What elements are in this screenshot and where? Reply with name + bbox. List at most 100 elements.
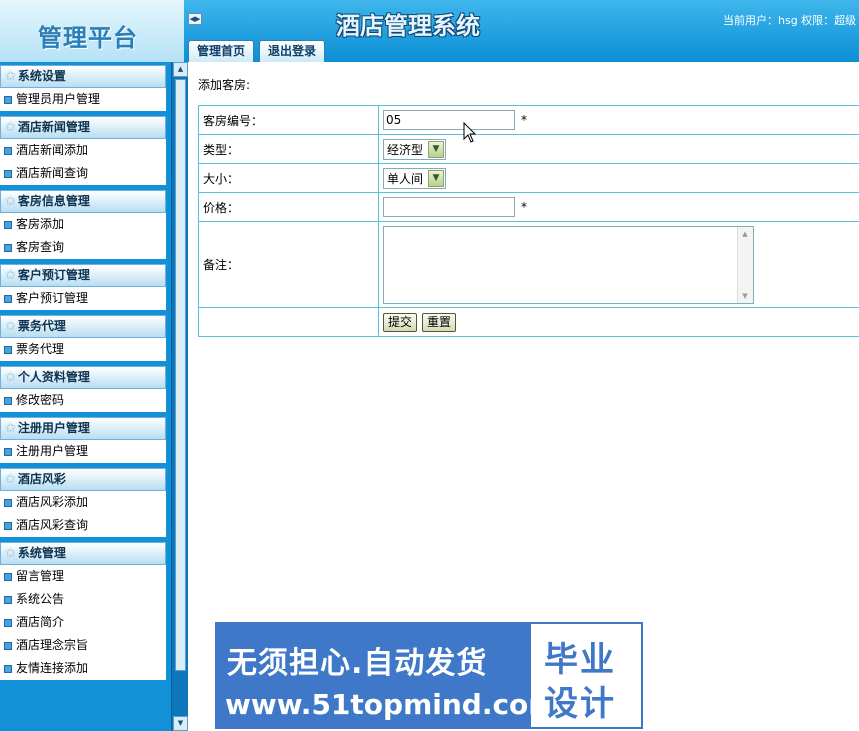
star-icon: ✩ — [5, 69, 16, 84]
type-select[interactable]: 经济型 ▼ — [383, 138, 447, 160]
sidebar-item-messages[interactable]: 留言管理 — [0, 565, 166, 588]
system-title: 酒店管理系统 — [336, 11, 480, 40]
size-cell: 单人间 ▼ — [378, 163, 859, 193]
sidebar-item-announcements[interactable]: 系统公告 — [0, 588, 166, 611]
sidebar-toggle-icon[interactable]: ◀▶ — [188, 13, 202, 25]
size-select[interactable]: 单人间 ▼ — [383, 167, 447, 189]
menu-header-label: 系统设置 — [17, 69, 66, 83]
sidebar-item-admin-users[interactable]: 管理员用户管理 — [0, 88, 166, 111]
sidebar-scrollbar[interactable]: ▲ ▼ — [171, 62, 188, 731]
type-select-value: 经济型 — [387, 142, 424, 157]
square-bullet-icon — [4, 664, 12, 673]
top-header: 管理平台 ◀▶ 酒店管理系统 当前用户：hsg 权限：超级 管理首页 退出登录 — [0, 0, 859, 62]
sidebar-item-gallery-add[interactable]: 酒店风彩添加 — [0, 491, 166, 514]
sidebar-item-friend-links-add[interactable]: 友情连接添加 — [0, 657, 166, 680]
form-row-type: 类型： 经济型 ▼ — [198, 134, 859, 164]
square-bullet-icon — [4, 169, 12, 178]
sidebar-item-room-query[interactable]: 客房查询 — [0, 236, 166, 259]
form-row-actions: 提交 重置 — [198, 307, 859, 337]
note-textarea[interactable]: ▲ ▼ — [383, 225, 754, 304]
sidebar-item-hotel-intro[interactable]: 酒店简介 — [0, 611, 166, 634]
sidebar-item-label: 客户预订管理 — [16, 291, 89, 305]
menu-header-profile[interactable]: ✩ 个人资料管理 — [0, 366, 166, 389]
price-label: 价格： — [198, 192, 379, 222]
price-cell: * — [378, 192, 859, 222]
square-bullet-icon — [4, 498, 12, 507]
square-bullet-icon — [4, 595, 12, 604]
sidebar-item-label: 票务代理 — [16, 342, 65, 356]
chevron-down-icon[interactable]: ▼ — [428, 140, 445, 158]
form-row-price: 价格： * — [198, 192, 859, 222]
breadcrumb: 添加客房: — [198, 78, 251, 92]
menu-header-reservations[interactable]: ✩ 客户预订管理 — [0, 264, 166, 287]
menu-group-reservations: ✩ 客户预订管理 客户预订管理 — [0, 264, 166, 310]
sidebar-item-ticket-agent[interactable]: 票务代理 — [0, 338, 166, 361]
tab-logout[interactable]: 退出登录 — [259, 40, 326, 62]
sidebar-item-news-add[interactable]: 酒店新闻添加 — [0, 139, 166, 162]
submit-button[interactable]: 提交 — [383, 312, 418, 332]
textarea-scrollbar[interactable]: ▲ ▼ — [737, 226, 753, 303]
star-icon: ✩ — [5, 268, 16, 283]
sidebar-item-change-password[interactable]: 修改密码 — [0, 389, 166, 412]
menu-group-ticketing: ✩ 票务代理 票务代理 — [0, 315, 166, 361]
price-input[interactable] — [383, 197, 515, 217]
star-icon: ✩ — [5, 319, 16, 334]
menu-header-system-settings[interactable]: ✩ 系统设置 — [0, 65, 166, 88]
menu-header-label: 客户预订管理 — [17, 268, 90, 282]
reset-button[interactable]: 重置 — [422, 312, 457, 332]
menu-header-system-manage[interactable]: ✩ 系统管理 — [0, 542, 166, 565]
sidebar-item-label: 酒店理念宗旨 — [16, 638, 89, 652]
menu-group-system-settings: ✩ 系统设置 管理员用户管理 — [0, 65, 166, 111]
sidebar-item-label: 客房添加 — [16, 217, 65, 231]
menu-group-room-info: ✩ 客房信息管理 客房添加 客房查询 — [0, 190, 166, 259]
menu-header-room-info[interactable]: ✩ 客房信息管理 — [0, 190, 166, 213]
tab-admin-home[interactable]: 管理首页 — [188, 40, 255, 62]
square-bullet-icon — [4, 641, 12, 650]
banner-slogan: 无须担心.自动发货 — [227, 646, 488, 681]
note-label: 备注： — [198, 221, 379, 308]
size-label: 大小： — [198, 163, 379, 193]
form-row-note: 备注： ▲ ▼ — [198, 221, 859, 308]
square-bullet-icon — [4, 95, 12, 104]
scroll-down-icon[interactable]: ▼ — [173, 716, 188, 731]
menu-header-ticketing[interactable]: ✩ 票务代理 — [0, 315, 166, 338]
sidebar-item-news-query[interactable]: 酒店新闻查询 — [0, 162, 166, 185]
sidebar-item-label: 酒店新闻查询 — [16, 166, 89, 180]
sidebar-item-hotel-philosophy[interactable]: 酒店理念宗旨 — [0, 634, 166, 657]
menu-group-profile: ✩ 个人资料管理 修改密码 — [0, 366, 166, 412]
star-icon: ✩ — [5, 421, 16, 436]
logo-area: 管理平台 — [0, 0, 184, 62]
menu-header-registered-users[interactable]: ✩ 注册用户管理 — [0, 417, 166, 440]
square-bullet-icon — [4, 243, 12, 252]
scroll-up-icon[interactable]: ▲ — [738, 227, 752, 241]
mouse-pointer-icon — [463, 122, 477, 143]
scroll-up-icon[interactable]: ▲ — [173, 62, 188, 77]
menu-header-hotel-gallery[interactable]: ✩ 酒店风彩 — [0, 468, 166, 491]
menu-header-label: 系统管理 — [17, 546, 66, 560]
banner-badge: 毕业 设计 — [531, 624, 641, 727]
current-user-info: 当前用户：hsg 权限：超级 — [723, 14, 857, 27]
sidebar-item-registered-users[interactable]: 注册用户管理 — [0, 440, 166, 463]
empty-cell — [198, 307, 379, 337]
sidebar-item-room-add[interactable]: 客房添加 — [0, 213, 166, 236]
sidebar-item-label: 留言管理 — [16, 569, 65, 583]
square-bullet-icon — [4, 618, 12, 627]
sidebar-item-reservation-manage[interactable]: 客户预订管理 — [0, 287, 166, 310]
menu-header-hotel-news[interactable]: ✩ 酒店新闻管理 — [0, 116, 166, 139]
form-row-room-no: 客房编号： 05 * — [198, 105, 859, 135]
sidebar-item-label: 管理员用户管理 — [16, 92, 101, 106]
sidebar-item-label: 友情连接添加 — [16, 661, 89, 675]
menu-header-label: 酒店新闻管理 — [17, 120, 90, 134]
note-cell: ▲ ▼ — [378, 221, 859, 308]
scrollbar-thumb[interactable] — [175, 79, 186, 671]
actions-cell: 提交 重置 — [378, 307, 859, 337]
sidebar-item-label: 酒店风彩添加 — [16, 495, 89, 509]
sidebar: ✩ 系统设置 管理员用户管理 ✩ 酒店新闻管理 酒店新闻添加 酒店新闻查询 ✩ 客房信… — [0, 62, 171, 731]
size-select-value: 单人间 — [387, 171, 424, 186]
room-no-input[interactable]: 05 — [383, 110, 515, 130]
scroll-down-icon[interactable]: ▼ — [738, 289, 752, 303]
square-bullet-icon — [4, 396, 12, 405]
menu-group-system-manage: ✩ 系统管理 留言管理 系统公告 酒店简介 酒店理念宗旨 友情连接添加 — [0, 542, 166, 680]
chevron-down-icon[interactable]: ▼ — [428, 169, 445, 187]
sidebar-item-gallery-query[interactable]: 酒店风彩查询 — [0, 514, 166, 537]
